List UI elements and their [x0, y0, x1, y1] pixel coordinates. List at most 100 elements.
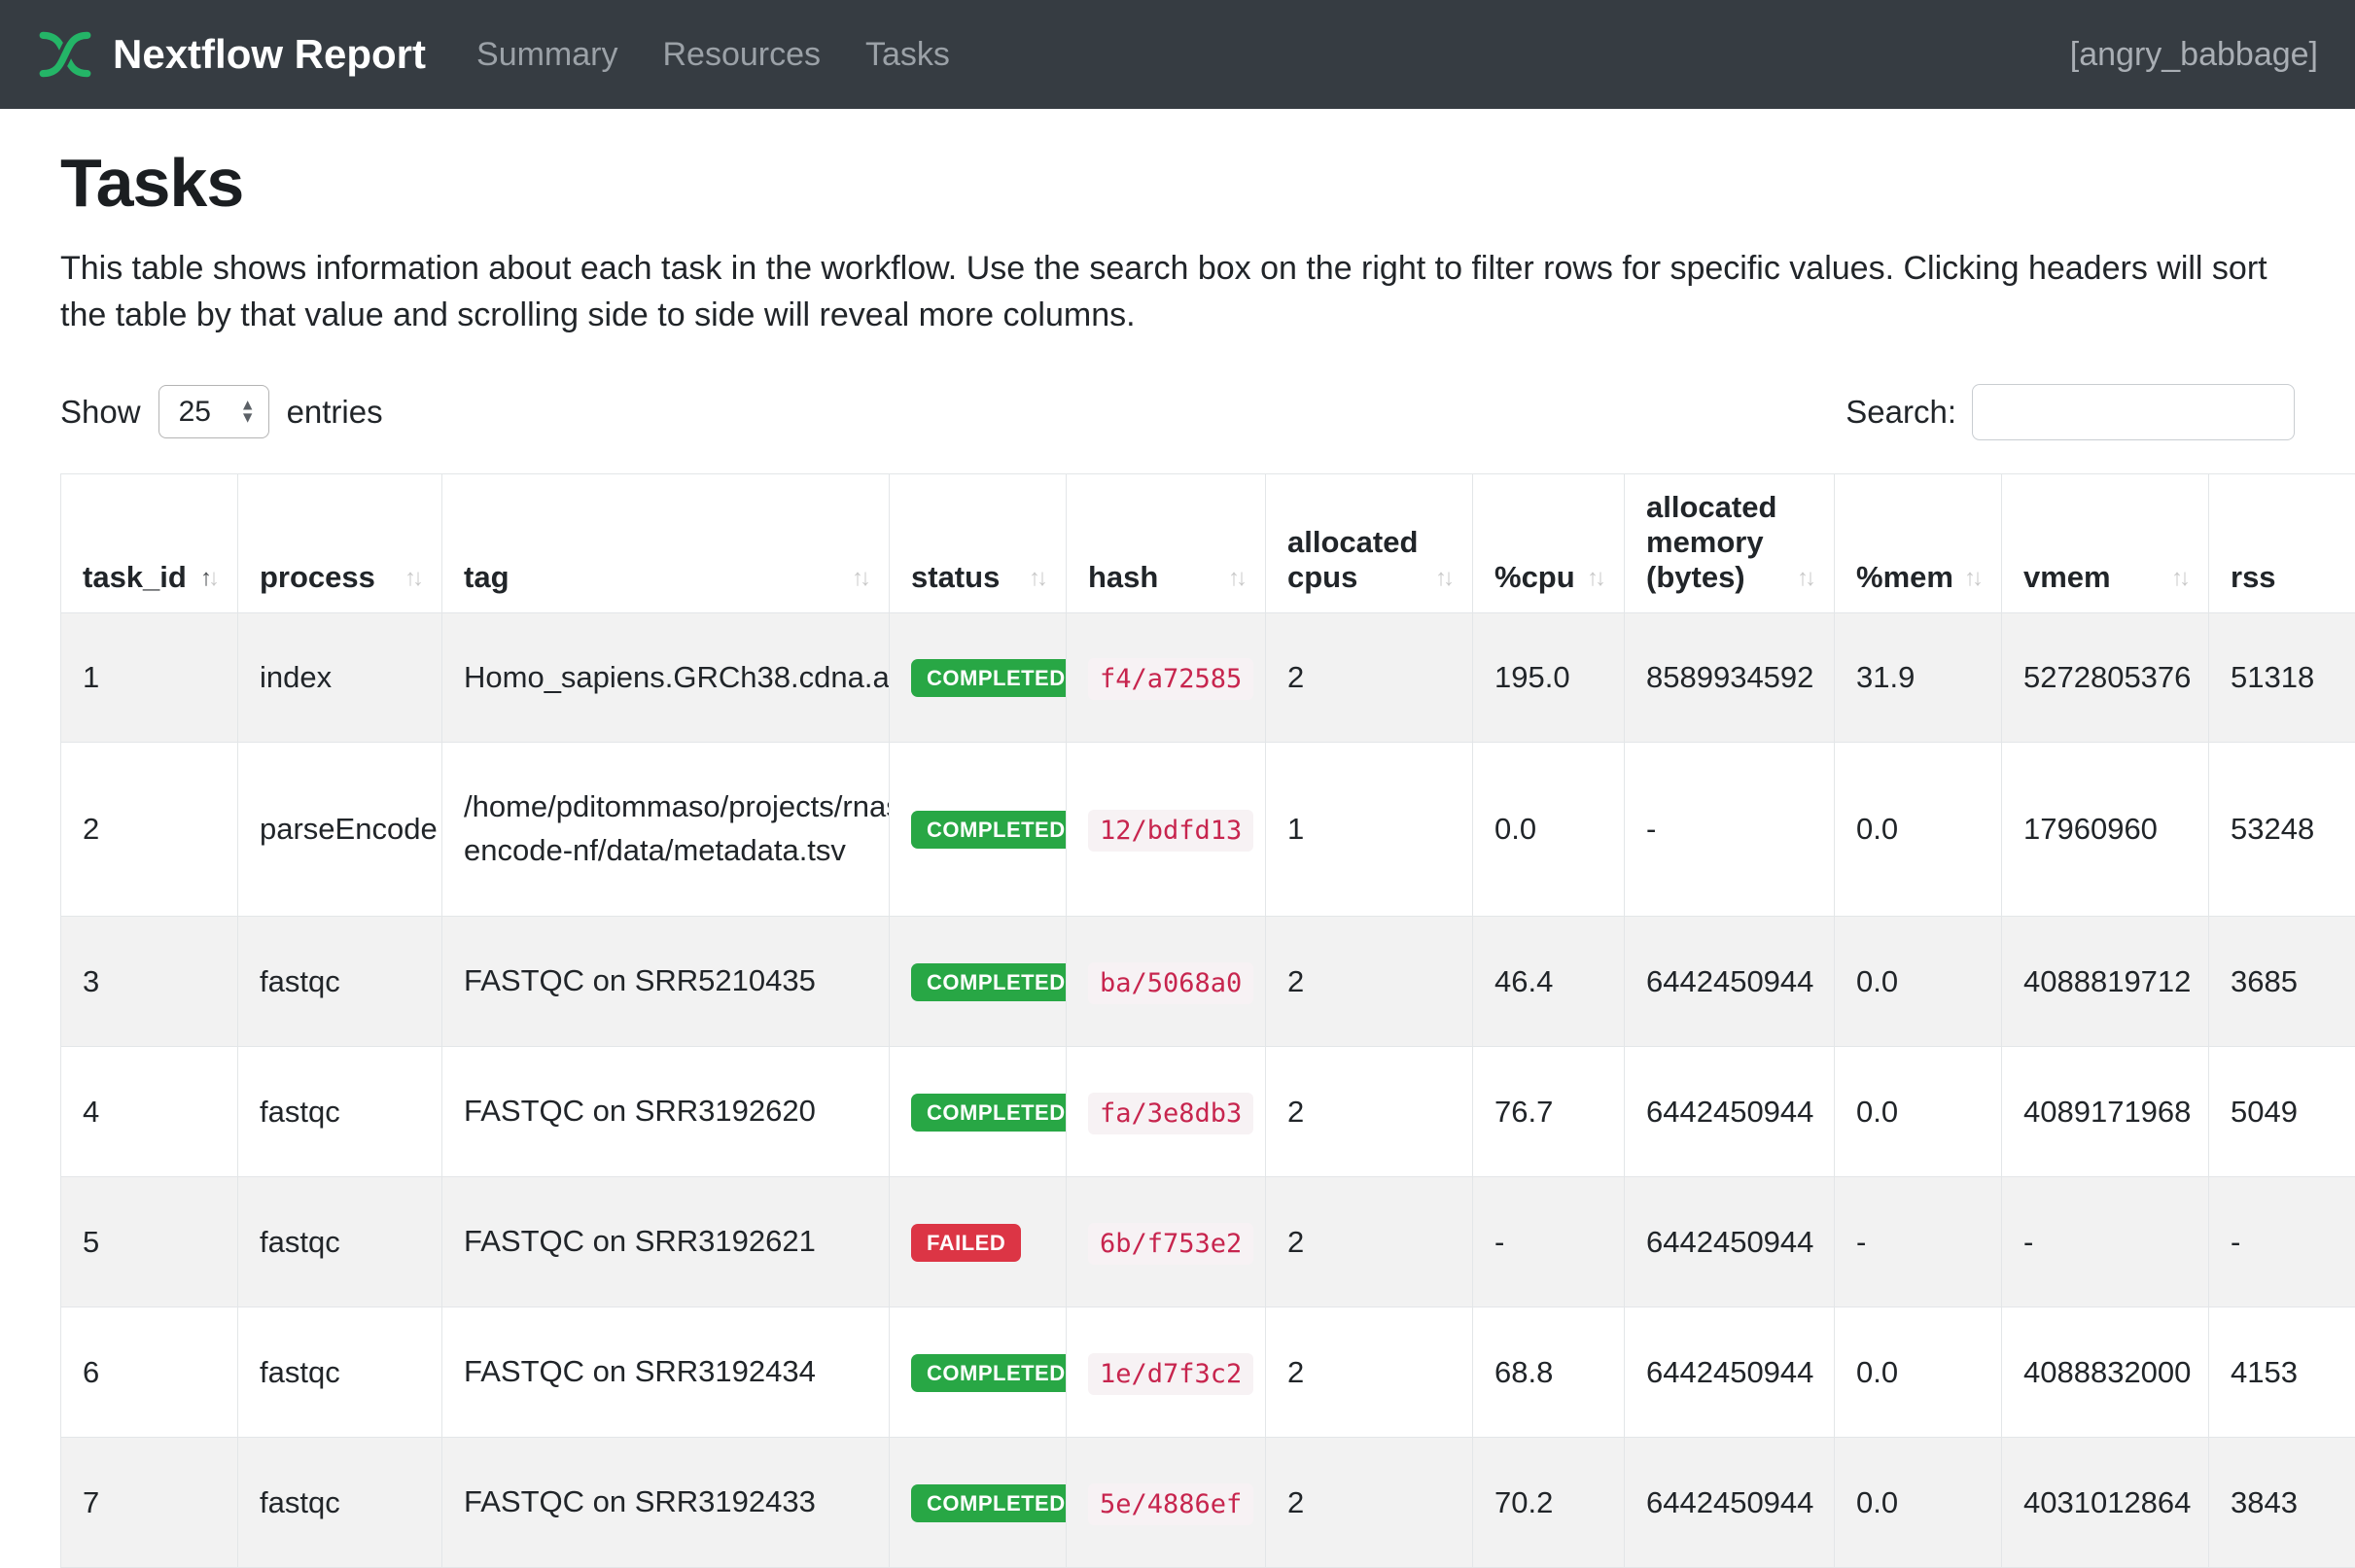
nextflow-logo-icon — [37, 26, 93, 83]
cell-pcpu: 0.0 — [1473, 743, 1625, 917]
cell-status: COMPLETED — [890, 1438, 1067, 1568]
cell-tag: FASTQC on SRR3192620 — [442, 1047, 890, 1177]
table-scroll-container[interactable]: task_id↑↓ process↑↓ tag↑↓ status↑↓ hash↑… — [60, 473, 2355, 1568]
sort-icon[interactable]: ↑↓ — [1964, 565, 1980, 595]
cell-vmem: - — [2002, 1177, 2209, 1307]
cell-rss: 3843 — [2209, 1438, 2355, 1568]
cell-hash: fa/3e8db3 — [1067, 1047, 1266, 1177]
cell-task-id: 5 — [61, 1177, 238, 1307]
cell-pmem: - — [1835, 1177, 2002, 1307]
cell-allocated-cpus: 2 — [1266, 1307, 1473, 1438]
cell-allocated-memory: 6442450944 — [1625, 1047, 1835, 1177]
col-header-pmem[interactable]: %mem↑↓ — [1835, 473, 2002, 612]
col-header-vmem[interactable]: vmem↑↓ — [2002, 473, 2209, 612]
brand-link[interactable]: Nextflow Report — [37, 26, 426, 83]
col-header-hash[interactable]: hash↑↓ — [1067, 473, 1266, 612]
status-badge: COMPLETED — [911, 963, 1067, 1001]
task-hash: 5e/4886ef — [1088, 1483, 1253, 1525]
table-controls: Show 25 ▲▼ entries Search: — [60, 384, 2295, 440]
col-header-tag[interactable]: tag↑↓ — [442, 473, 890, 612]
col-header-process[interactable]: process↑↓ — [238, 473, 442, 612]
cell-pmem: 0.0 — [1835, 1047, 2002, 1177]
cell-task-id: 3 — [61, 917, 238, 1047]
status-badge: COMPLETED — [911, 1354, 1067, 1392]
cell-allocated-cpus: 2 — [1266, 1047, 1473, 1177]
cell-allocated-cpus: 2 — [1266, 917, 1473, 1047]
col-header-rss[interactable]: rss↑↓ — [2209, 473, 2355, 612]
header-row: task_id↑↓ process↑↓ tag↑↓ status↑↓ hash↑… — [61, 473, 2355, 612]
col-header-pcpu[interactable]: %cpu↑↓ — [1473, 473, 1625, 612]
sort-icon[interactable]: ↑↓ — [852, 565, 867, 595]
cell-rss: 5049 — [2209, 1047, 2355, 1177]
col-header-status[interactable]: status↑↓ — [890, 473, 1067, 612]
col-header-task-id[interactable]: task_id↑↓ — [61, 473, 238, 612]
cell-hash: 1e/d7f3c2 — [1067, 1307, 1266, 1438]
status-badge: COMPLETED — [911, 1484, 1067, 1522]
cell-allocated-memory: 6442450944 — [1625, 917, 1835, 1047]
page-length-control: Show 25 ▲▼ entries — [60, 385, 383, 438]
cell-task-id: 2 — [61, 743, 238, 917]
table-row: 2 parseEncode /home/pditommaso/projects/… — [61, 743, 2355, 917]
cell-pmem: 0.0 — [1835, 1438, 2002, 1568]
col-header-allocated-memory[interactable]: allocated memory (bytes)↑↓ — [1625, 473, 1835, 612]
cell-rss: - — [2209, 1177, 2355, 1307]
search-input[interactable] — [1972, 384, 2295, 440]
app-title: Nextflow Report — [113, 31, 426, 78]
col-header-allocated-cpus[interactable]: allocated cpus↑↓ — [1266, 473, 1473, 612]
status-badge: COMPLETED — [911, 811, 1067, 849]
sort-icon[interactable]: ↑↓ — [1797, 565, 1812, 595]
entries-label: entries — [287, 394, 383, 431]
sort-icon[interactable]: ↑↓ — [200, 565, 216, 595]
cell-pcpu: 70.2 — [1473, 1438, 1625, 1568]
cell-vmem: 17960960 — [2002, 743, 2209, 917]
cell-allocated-cpus: 1 — [1266, 743, 1473, 917]
cell-rss: 4153 — [2209, 1307, 2355, 1438]
task-hash: 6b/f753e2 — [1088, 1223, 1253, 1265]
main-content: Tasks This table shows information about… — [0, 109, 2355, 1568]
sort-icon[interactable]: ↑↓ — [1435, 565, 1451, 595]
cell-tag: /home/pditommaso/projects/rnaseq-encode-… — [442, 743, 890, 917]
cell-allocated-memory: 6442450944 — [1625, 1177, 1835, 1307]
nav-link-summary[interactable]: Summary — [476, 36, 617, 74]
cell-status: FAILED — [890, 1177, 1067, 1307]
page-title: Tasks — [60, 144, 2295, 222]
status-badge: COMPLETED — [911, 1094, 1067, 1132]
cell-pcpu: 68.8 — [1473, 1307, 1625, 1438]
cell-pcpu: - — [1473, 1177, 1625, 1307]
cell-pmem: 31.9 — [1835, 612, 2002, 743]
task-hash: fa/3e8db3 — [1088, 1093, 1253, 1134]
cell-rss: 51318 — [2209, 612, 2355, 743]
sort-icon[interactable]: ↑↓ — [1029, 565, 1044, 595]
search-control: Search: — [1845, 384, 2295, 440]
cell-task-id: 6 — [61, 1307, 238, 1438]
cell-allocated-memory: - — [1625, 743, 1835, 917]
table-row: 1 index Homo_sapiens.GRCh38.cdna.all.fa.… — [61, 612, 2355, 743]
cell-vmem: 4089171968 — [2002, 1047, 2209, 1177]
nav-link-resources[interactable]: Resources — [662, 36, 821, 74]
sort-icon[interactable]: ↑↓ — [404, 565, 420, 595]
tasks-table: task_id↑↓ process↑↓ tag↑↓ status↑↓ hash↑… — [60, 473, 2355, 1568]
task-hash: 1e/d7f3c2 — [1088, 1353, 1253, 1395]
sort-icon[interactable]: ↑↓ — [2171, 565, 2187, 595]
cell-status: COMPLETED — [890, 917, 1067, 1047]
cell-allocated-memory: 6442450944 — [1625, 1438, 1835, 1568]
cell-status: COMPLETED — [890, 1307, 1067, 1438]
show-label: Show — [60, 394, 141, 431]
cell-process: fastqc — [238, 1307, 442, 1438]
table-row: 6 fastqc FASTQC on SRR3192434 COMPLETED … — [61, 1307, 2355, 1438]
cell-allocated-cpus: 2 — [1266, 1177, 1473, 1307]
cell-status: COMPLETED — [890, 612, 1067, 743]
nav-link-tasks[interactable]: Tasks — [865, 36, 950, 74]
cell-pmem: 0.0 — [1835, 1307, 2002, 1438]
cell-allocated-cpus: 2 — [1266, 1438, 1473, 1568]
table-row: 7 fastqc FASTQC on SRR3192433 COMPLETED … — [61, 1438, 2355, 1568]
cell-tag: FASTQC on SRR3192433 — [442, 1438, 890, 1568]
sort-icon[interactable]: ↑↓ — [1228, 565, 1244, 595]
cell-allocated-memory: 6442450944 — [1625, 1307, 1835, 1438]
cell-tag: FASTQC on SRR5210435 — [442, 917, 890, 1047]
page-length-select[interactable]: 25 — [158, 385, 269, 438]
search-label: Search: — [1845, 394, 1956, 431]
sort-icon[interactable]: ↑↓ — [1587, 565, 1602, 595]
cell-process: fastqc — [238, 1047, 442, 1177]
cell-process: index — [238, 612, 442, 743]
